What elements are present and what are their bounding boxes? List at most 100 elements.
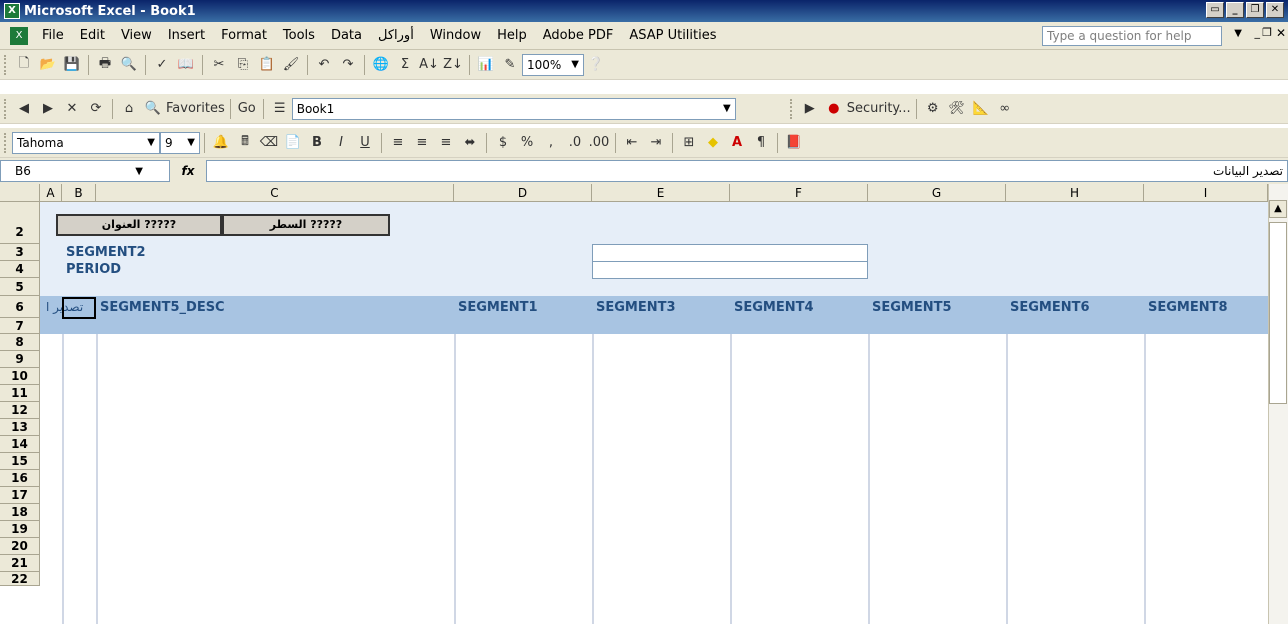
row-header-9[interactable]: 9	[0, 351, 40, 368]
sort-ascending-icon[interactable]: A↓	[418, 53, 440, 77]
address-input[interactable]: Book1 ▼	[291, 97, 736, 120]
column-header-g[interactable]: G	[868, 184, 1006, 202]
chevron-down-icon[interactable]: ▼	[183, 137, 199, 148]
refresh-icon[interactable]: ⟳	[85, 97, 107, 121]
row-header-19[interactable]: 19	[0, 521, 40, 538]
print-icon[interactable]: 🖶	[94, 53, 116, 77]
row-header-15[interactable]: 15	[0, 453, 40, 470]
name-box[interactable]: B6 ▼	[0, 160, 170, 182]
format-painter-icon[interactable]: 🖌	[280, 53, 302, 77]
menu-format[interactable]: Format	[213, 28, 275, 43]
currency-icon[interactable]: $	[492, 131, 514, 155]
row-header-12[interactable]: 12	[0, 402, 40, 419]
row-header-2[interactable]: 2	[0, 202, 40, 244]
record-macro-icon[interactable]: ●	[823, 97, 845, 121]
fill-color-icon[interactable]: ◆	[702, 131, 724, 155]
eraser-icon[interactable]: ⌫	[258, 131, 280, 155]
period-input[interactable]	[592, 261, 868, 279]
open-icon[interactable]: 📂	[37, 53, 59, 77]
menu-window[interactable]: Window	[422, 28, 489, 43]
row-header-6[interactable]: 6	[0, 296, 40, 318]
close-button[interactable]: ✕	[1266, 2, 1284, 18]
design-mode-icon[interactable]: 📐	[970, 97, 992, 121]
drawing-icon[interactable]: ✎	[499, 53, 521, 77]
column-header-f[interactable]: F	[730, 184, 868, 202]
paste-special-icon[interactable]: 📄	[282, 131, 304, 155]
vertical-scrollbar[interactable]: ▲	[1268, 184, 1288, 624]
calculator-icon[interactable]: 🖩	[234, 131, 256, 155]
restore-button[interactable]: ❐	[1246, 2, 1264, 18]
align-left-icon[interactable]: ≡	[387, 131, 409, 155]
menu-file[interactable]: File	[34, 28, 72, 43]
go-menu[interactable]: Go	[236, 97, 258, 121]
align-center-icon[interactable]: ≡	[411, 131, 433, 155]
cut-icon[interactable]: ✂	[208, 53, 230, 77]
scroll-thumb[interactable]	[1269, 222, 1287, 404]
toolbar-grip[interactable]	[4, 98, 8, 119]
control-toolbox-icon[interactable]: 🛠	[946, 97, 968, 121]
help-window-button[interactable]: ▭	[1206, 2, 1224, 18]
toolbar-grip[interactable]	[789, 98, 794, 119]
scroll-up-icon[interactable]: ▲	[1269, 200, 1287, 218]
select-all-corner[interactable]	[0, 184, 40, 202]
menu-insert[interactable]: Insert	[160, 28, 213, 43]
column-header-b[interactable]: B	[62, 184, 96, 202]
copy-icon[interactable]: ⎘	[232, 53, 254, 77]
toolbar-grip[interactable]	[4, 54, 8, 75]
bell-icon[interactable]: 🔔	[210, 131, 232, 155]
column-header-c[interactable]: C	[96, 184, 454, 202]
menu-edit[interactable]: Edit	[72, 28, 113, 43]
run-macro-icon[interactable]: ▶	[799, 97, 821, 121]
row-header-8[interactable]: 8	[0, 334, 40, 351]
row-header-4[interactable]: 4	[0, 261, 40, 278]
percent-icon[interactable]: %	[516, 131, 538, 155]
stop-icon[interactable]: ✕	[61, 97, 83, 121]
undo-icon[interactable]: ↶	[313, 53, 335, 77]
row-header-20[interactable]: 20	[0, 538, 40, 555]
selected-cell-b6[interactable]	[62, 297, 96, 319]
print-preview-icon[interactable]: 🔍	[118, 53, 140, 77]
menu-help[interactable]: Help	[489, 28, 535, 43]
title-button[interactable]: العنوان ?????	[56, 214, 222, 236]
save-icon[interactable]: 💾	[61, 53, 83, 77]
segment2-input[interactable]	[592, 244, 868, 262]
merge-center-icon[interactable]: ⬌	[459, 131, 481, 155]
show-only-web-toolbar-icon[interactable]: ☰	[269, 97, 291, 121]
vb-editor-icon[interactable]: ⚙	[922, 97, 944, 121]
row-header-7[interactable]: 7	[0, 318, 40, 334]
script-editor-icon[interactable]: ∞	[994, 97, 1016, 121]
underline-icon[interactable]: U	[354, 131, 376, 155]
forward-icon[interactable]: ▶	[37, 97, 59, 121]
menu-tools[interactable]: Tools	[275, 28, 323, 43]
column-header-a[interactable]: A	[40, 184, 62, 202]
security-button[interactable]: Security...	[847, 97, 911, 121]
menu-oracle[interactable]: أوراكل	[370, 28, 422, 43]
row-header-5[interactable]: 5	[0, 278, 40, 296]
menu-data[interactable]: Data	[323, 28, 370, 43]
spelling-icon[interactable]: ✓	[151, 53, 173, 77]
back-icon[interactable]: ◀	[13, 97, 35, 121]
sort-descending-icon[interactable]: Z↓	[442, 53, 464, 77]
increase-indent-icon[interactable]: ⇥	[645, 131, 667, 155]
chevron-down-icon[interactable]: ▼	[719, 103, 735, 114]
menu-asap-utilities[interactable]: ASAP Utilities	[621, 28, 724, 43]
increase-decimal-icon[interactable]: .0	[564, 131, 586, 155]
chevron-down-icon[interactable]: ▼	[567, 59, 583, 70]
menu-adobe-pdf[interactable]: Adobe PDF	[535, 28, 622, 43]
row-header-22[interactable]: 22	[0, 572, 40, 586]
research-icon[interactable]: 📖	[175, 53, 197, 77]
align-right-icon[interactable]: ≡	[435, 131, 457, 155]
redo-icon[interactable]: ↷	[337, 53, 359, 77]
adobe-pdf-icon[interactable]: 📕	[783, 131, 805, 155]
row-header-3[interactable]: 3	[0, 244, 40, 261]
row-header-18[interactable]: 18	[0, 504, 40, 521]
help-icon[interactable]: ❔	[585, 53, 607, 77]
column-header-e[interactable]: E	[592, 184, 730, 202]
row-button[interactable]: السطر ?????	[222, 214, 390, 236]
row-header-11[interactable]: 11	[0, 385, 40, 402]
row-header-10[interactable]: 10	[0, 368, 40, 385]
font-size-select[interactable]: 9 ▼	[160, 131, 200, 154]
row-header-17[interactable]: 17	[0, 487, 40, 504]
chart-wizard-icon[interactable]: 📊	[475, 53, 497, 77]
column-header-d[interactable]: D	[454, 184, 592, 202]
